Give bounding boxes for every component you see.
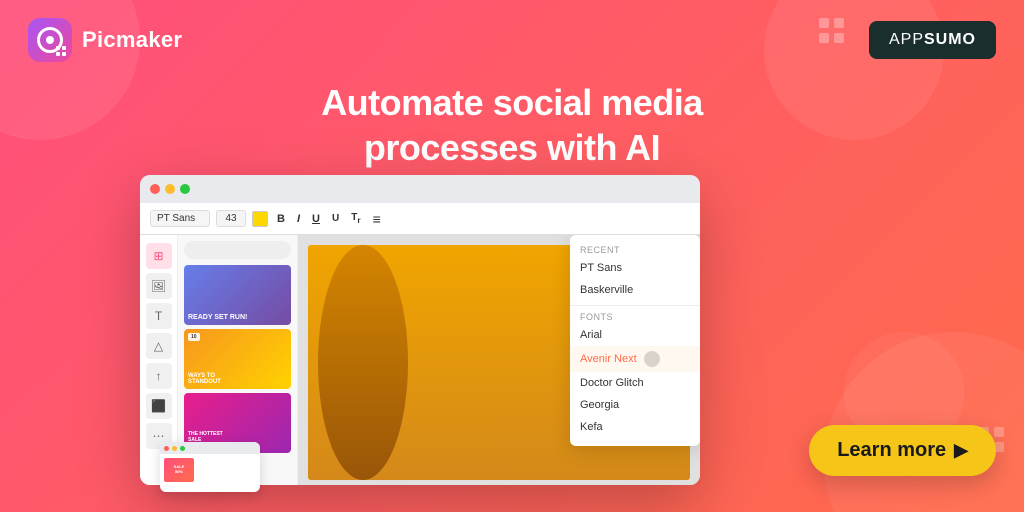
color-picker[interactable] xyxy=(252,211,268,227)
card-dot-yellow xyxy=(172,446,177,451)
sidebar-icon-templates[interactable]: ⊞ xyxy=(146,243,172,269)
small-card-thumb: SALE50% xyxy=(164,458,194,482)
hero-line2: processes with AI xyxy=(364,127,660,168)
cursor-icon xyxy=(644,351,660,367)
hero-title: Automate social media processes with AI xyxy=(0,80,1024,170)
template-thumb-1[interactable]: READY SET RUN! xyxy=(184,265,291,325)
sidebar-icon-shapes[interactable]: △ xyxy=(146,333,172,359)
card-dot-red xyxy=(164,446,169,451)
font-item-baskerville[interactable]: Baskerville xyxy=(570,279,700,301)
font-item-georgia[interactable]: Georgia xyxy=(570,394,700,416)
font-item-doctor-glitch[interactable]: Doctor Glitch xyxy=(570,372,700,394)
background: Picmaker APPSUMO Automate social media p… xyxy=(0,0,1024,512)
thumb2-badge: 10 xyxy=(188,333,200,341)
toolbar: PT Sans 43 B I U U Tr ≡ xyxy=(140,203,700,235)
logo: Picmaker xyxy=(28,18,182,62)
traffic-light-green xyxy=(180,184,190,194)
logo-name: Picmaker xyxy=(82,27,182,53)
learn-more-label: Learn more xyxy=(837,439,946,462)
font-selector[interactable]: PT Sans xyxy=(150,210,210,227)
hero-text: Automate social media processes with AI xyxy=(0,80,1024,170)
font-size-selector[interactable]: 43 xyxy=(216,210,246,227)
canvas-area[interactable]: FASHION TALK with Godie Sable RECENT PT … xyxy=(298,235,700,485)
thumb1-text: READY SET RUN! xyxy=(188,314,247,321)
learn-more-arrow: ▶ xyxy=(954,440,968,461)
font-item-arial[interactable]: Arial xyxy=(570,324,700,346)
small-card-content: SALE50% xyxy=(160,454,260,486)
appsumo-badge: APPSUMO xyxy=(869,21,996,59)
traffic-light-yellow xyxy=(165,184,175,194)
sidebar-icon-upload[interactable]: ↑ xyxy=(146,363,172,389)
font-item-kefa[interactable]: Kefa xyxy=(570,416,700,438)
small-card: SALE50% xyxy=(160,442,260,492)
sidebar-icon-text[interactable]: T xyxy=(146,303,172,329)
traffic-light-red xyxy=(150,184,160,194)
strikethrough-button[interactable]: U xyxy=(329,212,342,225)
underline-button[interactable]: U xyxy=(309,212,323,226)
font-section-fonts: FONTS xyxy=(570,310,700,324)
sidebar-icon-bg[interactable]: ⬛ xyxy=(146,393,172,419)
template-search[interactable] xyxy=(184,241,291,259)
learn-more-button[interactable]: Learn more ▶ xyxy=(809,425,996,476)
window-chrome xyxy=(140,175,700,203)
logo-icon-dots xyxy=(56,46,66,56)
font-item-ptsans[interactable]: PT Sans xyxy=(570,257,700,279)
header: Picmaker APPSUMO xyxy=(0,0,1024,80)
ui-mockup: PT Sans 43 B I U U Tr ≡ ⊞ 🖼 T △ ↑ ⬛ ⋯ xyxy=(140,175,700,485)
thumb2-text: WAYS TOSTANDOUT xyxy=(188,373,221,385)
sidebar-icon-images[interactable]: 🖼 xyxy=(146,273,172,299)
logo-icon xyxy=(28,18,72,62)
text-format-button[interactable]: Tr xyxy=(348,211,363,226)
font-dropdown: RECENT PT Sans Baskerville FONTS Arial A… xyxy=(570,235,700,446)
template-thumb-2[interactable]: 10 WAYS TOSTANDOUT xyxy=(184,329,291,389)
italic-button[interactable]: I xyxy=(294,212,303,226)
bold-button[interactable]: B xyxy=(274,212,288,226)
appsumo-app: APP xyxy=(889,31,924,48)
card-dot-green xyxy=(180,446,185,451)
small-card-bar xyxy=(160,442,260,454)
hero-line1: Automate social media xyxy=(321,82,703,123)
appsumo-sumo: SUMO xyxy=(924,31,976,48)
font-divider-1 xyxy=(570,305,700,306)
font-section-recent: RECENT xyxy=(570,243,700,257)
align-button[interactable]: ≡ xyxy=(370,210,384,228)
font-item-avenir[interactable]: Avenir Next xyxy=(570,346,700,372)
